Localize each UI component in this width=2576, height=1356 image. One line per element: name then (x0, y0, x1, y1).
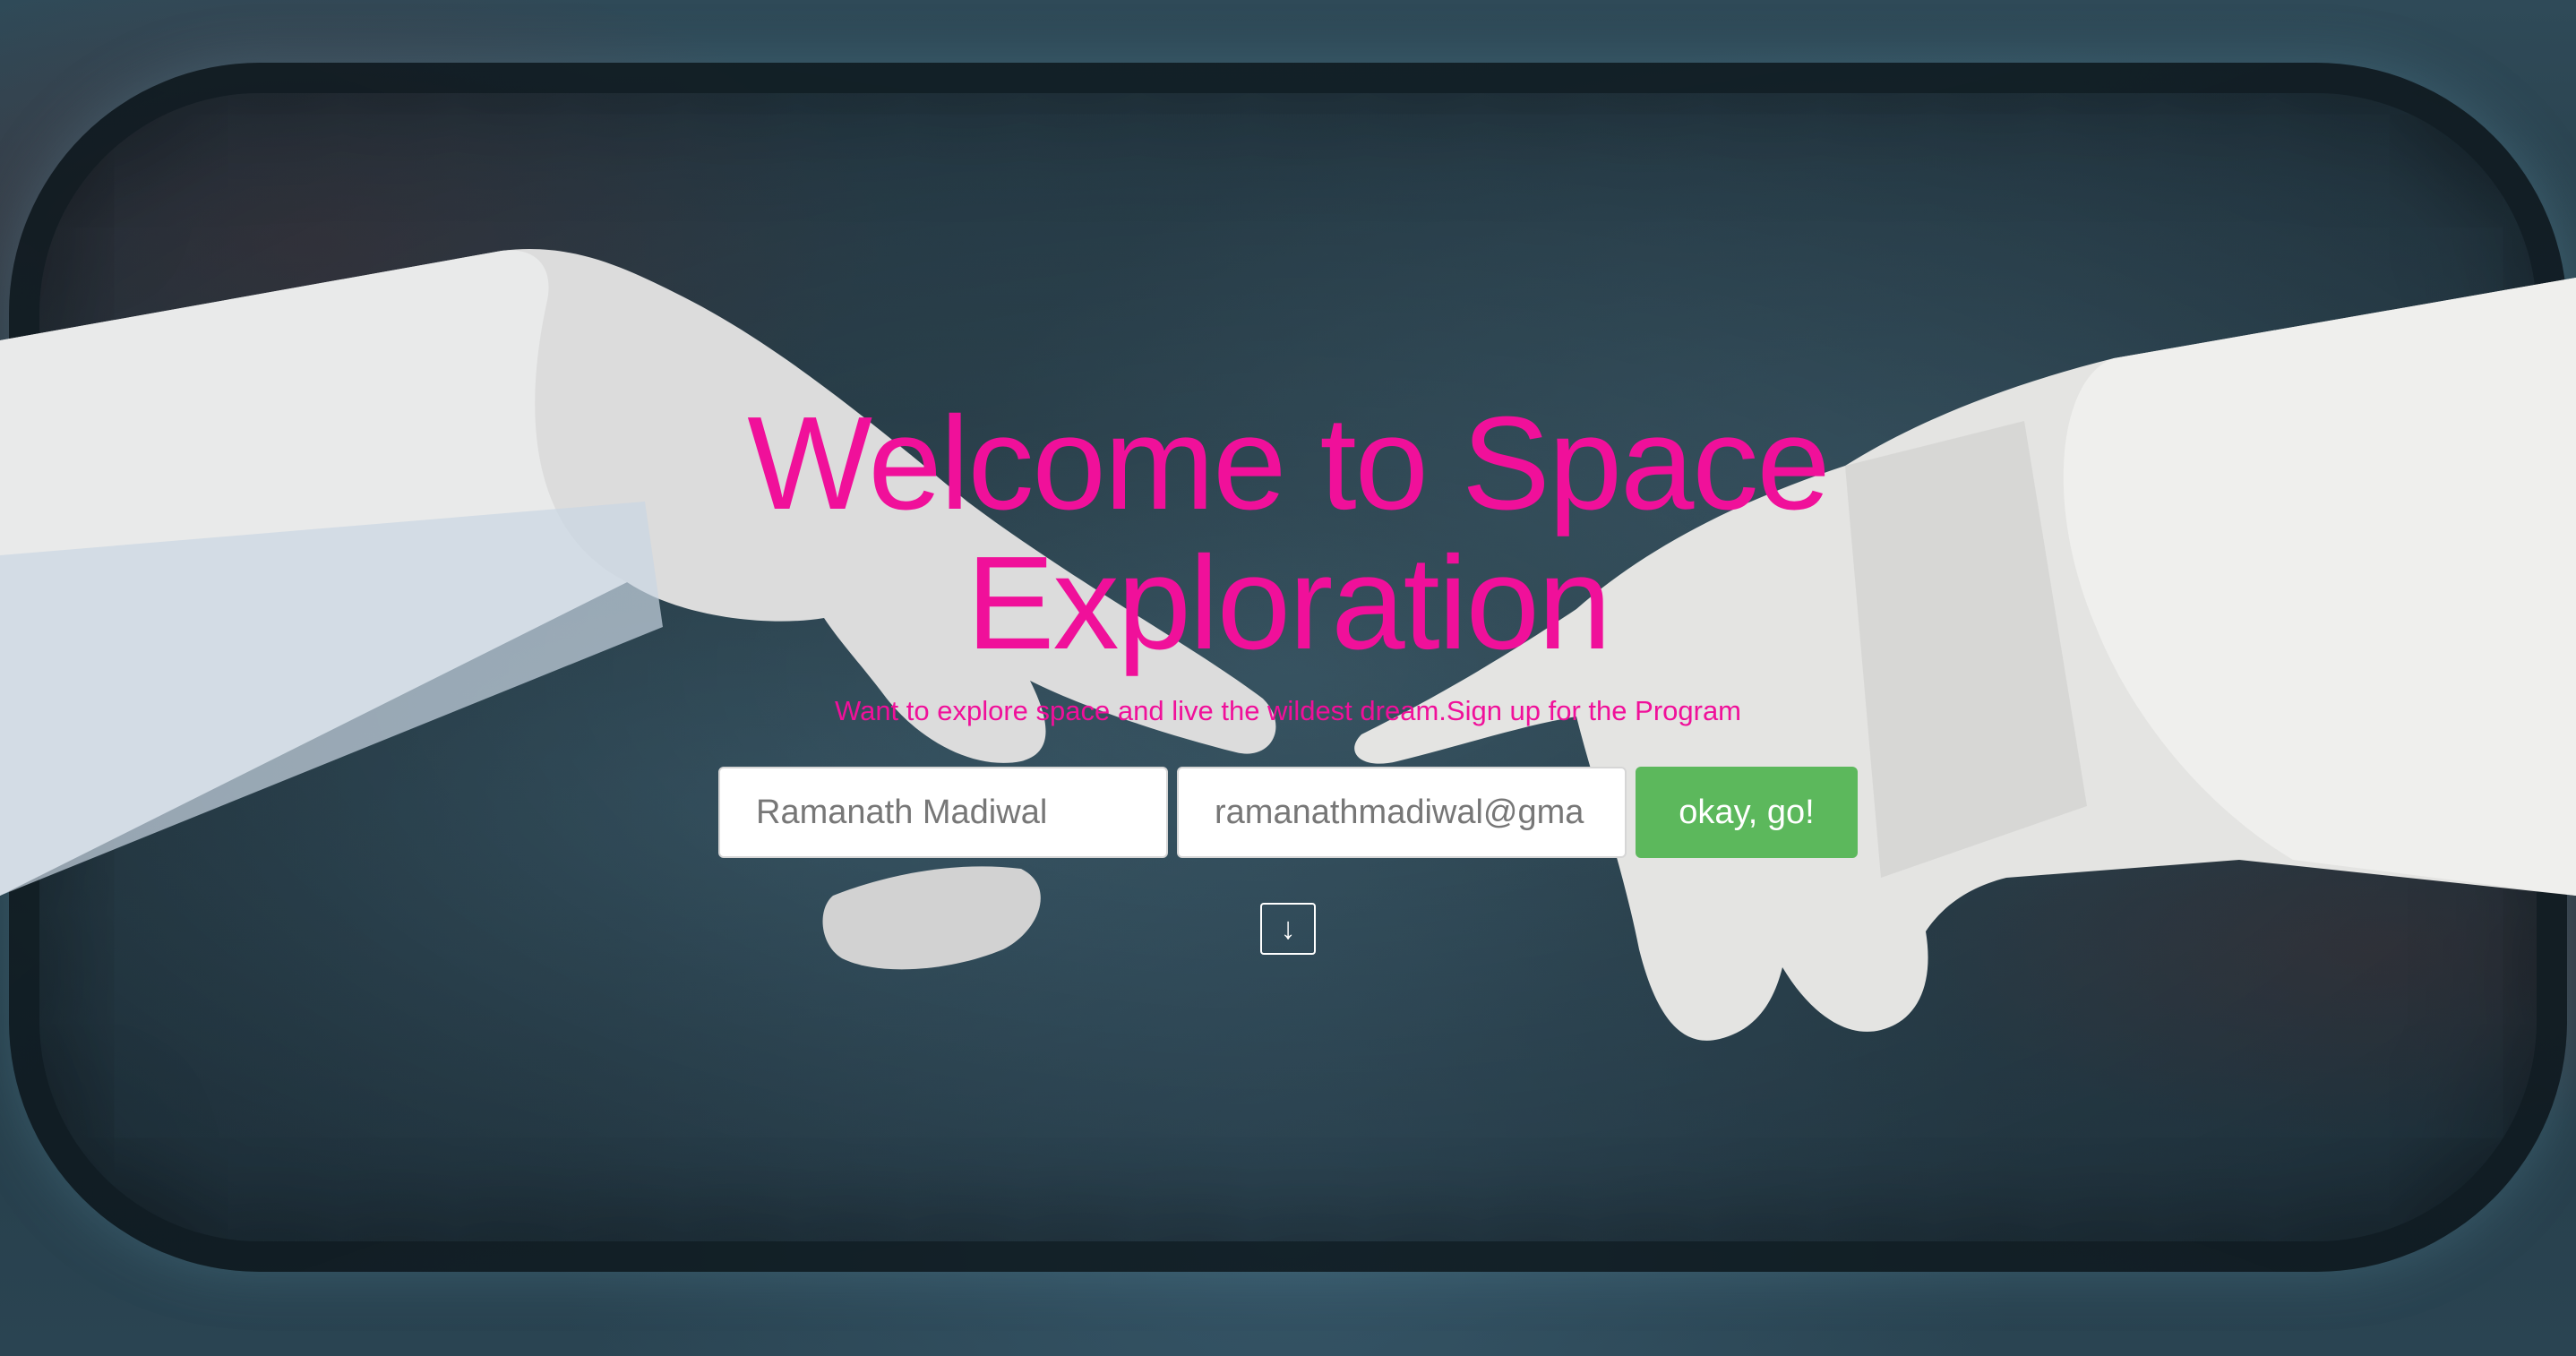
scroll-down-button[interactable]: ↓ (1260, 903, 1316, 955)
arrow-down-icon: ↓ (1280, 912, 1296, 946)
name-input[interactable] (718, 767, 1168, 858)
submit-button[interactable]: okay, go! (1636, 767, 1858, 858)
page-subtitle: Want to explore space and live the wilde… (834, 695, 1742, 726)
signup-form: okay, go! (0, 767, 2576, 858)
hero-section: Welcome to Space Exploration Want to exp… (0, 394, 2576, 955)
page-title: Welcome to Space Exploration (747, 390, 1830, 677)
email-input[interactable] (1177, 767, 1627, 858)
